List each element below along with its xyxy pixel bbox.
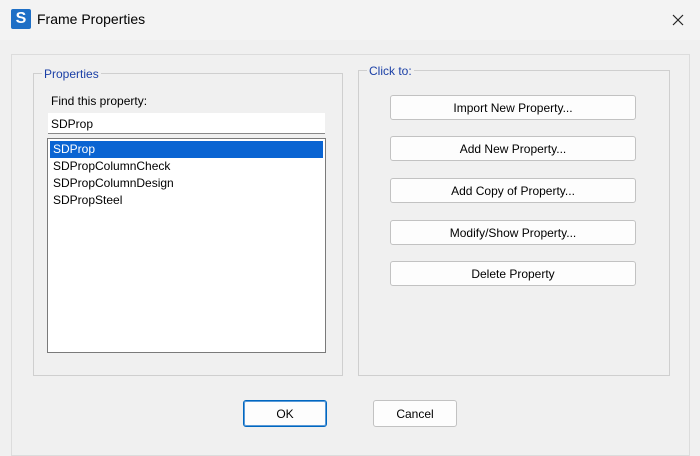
- property-listbox[interactable]: SDProp SDPropColumnCheck SDPropColumnDes…: [47, 138, 326, 353]
- click-to-group-label: Click to:: [367, 64, 414, 78]
- window-title: Frame Properties: [37, 11, 146, 27]
- add-copy-of-property-button[interactable]: Add Copy of Property...: [390, 178, 636, 203]
- list-item[interactable]: SDPropColumnDesign: [50, 175, 323, 192]
- modify-show-property-button[interactable]: Modify/Show Property...: [390, 220, 636, 245]
- list-item[interactable]: SDPropSteel: [50, 192, 323, 209]
- close-icon: [672, 14, 684, 26]
- find-property-label: Find this property:: [51, 94, 148, 108]
- delete-property-button[interactable]: Delete Property: [390, 261, 636, 286]
- app-icon: S: [11, 9, 31, 29]
- list-item[interactable]: SDProp: [50, 141, 323, 158]
- title-bar: S Frame Properties: [0, 0, 700, 40]
- ok-button[interactable]: OK: [243, 400, 327, 427]
- import-new-property-button[interactable]: Import New Property...: [390, 95, 636, 120]
- list-item[interactable]: SDPropColumnCheck: [50, 158, 323, 175]
- properties-group-label: Properties: [42, 67, 101, 81]
- add-new-property-button[interactable]: Add New Property...: [390, 136, 636, 161]
- find-property-input[interactable]: [48, 113, 325, 134]
- close-button[interactable]: [656, 0, 700, 40]
- cancel-button[interactable]: Cancel: [373, 400, 457, 427]
